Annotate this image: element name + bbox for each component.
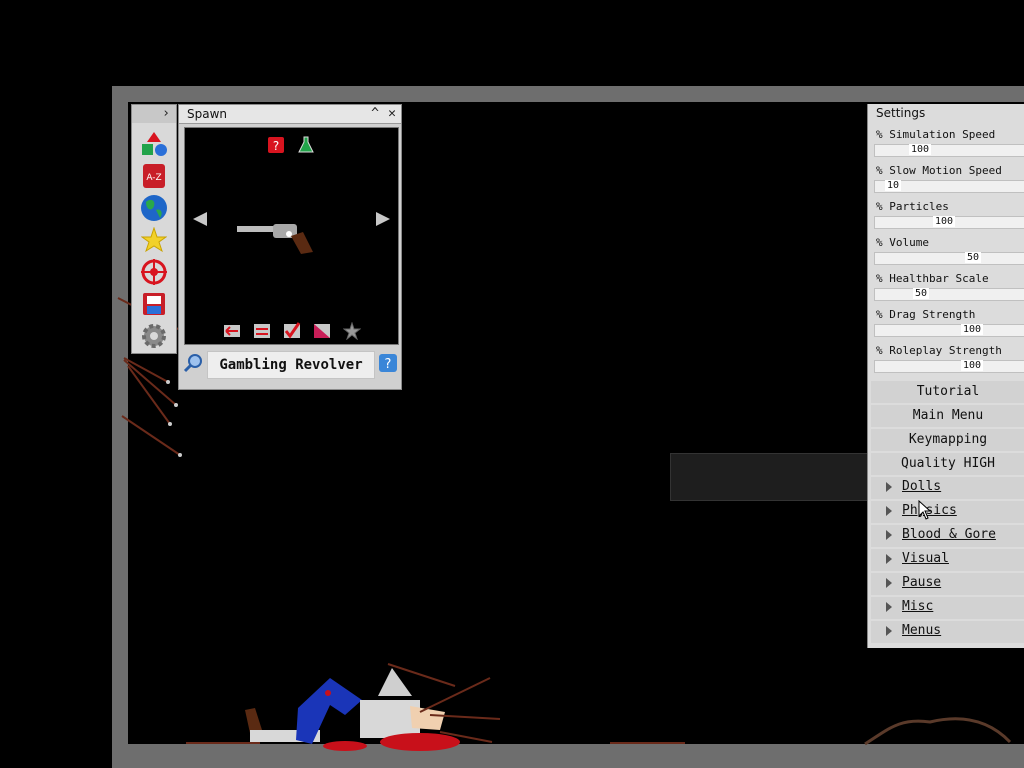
item-info-icon[interactable]: ? (378, 353, 398, 373)
shapes-icon[interactable] (137, 129, 171, 159)
next-item-icon[interactable] (374, 210, 392, 228)
previous-item-icon[interactable] (191, 210, 209, 228)
diagonal-icon[interactable] (313, 322, 331, 340)
tutorial-button[interactable]: Tutorial (871, 381, 1024, 403)
tooltip-box (670, 453, 869, 501)
category-blood-gore[interactable]: Blood & Gore (871, 525, 1024, 547)
chevron-right-icon: › (162, 106, 170, 121)
category-pause[interactable]: Pause (871, 573, 1024, 595)
category-misc[interactable]: Misc (871, 597, 1024, 619)
target-icon[interactable] (137, 257, 171, 287)
star-icon[interactable] (137, 225, 171, 255)
category-visual[interactable]: Visual (871, 549, 1024, 571)
spawn-bottom-bar: Gambling Revolver ? (179, 349, 401, 379)
expand-icon (886, 530, 892, 540)
spawn-panel: Spawn ^ ✕ ? Gambling Revolver ? (178, 104, 402, 390)
random-item-icon[interactable]: ? (267, 136, 285, 154)
setting-label-drag-strength: % Drag Strength (876, 308, 976, 321)
settings-title: Settings (876, 106, 926, 120)
slider-roleplay-strength[interactable]: 100 (874, 360, 1024, 373)
save-icon[interactable] (137, 289, 171, 319)
search-icon[interactable] (183, 353, 203, 373)
globe-icon[interactable] (137, 193, 171, 223)
setting-label-slow-motion-speed: % Slow Motion Speed (876, 164, 1002, 177)
quality-button[interactable]: Quality HIGH (871, 453, 1024, 475)
close-icon[interactable]: ✕ (384, 106, 400, 122)
expand-icon (886, 506, 892, 516)
pin-icon[interactable] (343, 322, 361, 340)
main-menu-button[interactable]: Main Menu (871, 405, 1024, 427)
slider-simulation-speed[interactable]: 100 (874, 144, 1024, 157)
a-z-icon[interactable]: A-Z (137, 161, 171, 191)
flask-icon[interactable] (297, 136, 315, 154)
setting-label-particles: % Particles (876, 200, 949, 213)
mouse-cursor-icon (918, 500, 932, 520)
revolver-preview (237, 224, 313, 254)
sidebar-collapse-button[interactable]: › (132, 105, 176, 123)
category-dolls[interactable]: Dolls (871, 477, 1024, 499)
selected-item-name: Gambling Revolver (207, 351, 375, 379)
slider-healthbar-scale[interactable]: 50 (874, 288, 1024, 301)
keymapping-button[interactable]: Keymapping (871, 429, 1024, 451)
slider-drag-strength[interactable]: 100 (874, 324, 1024, 337)
expand-icon (886, 626, 892, 636)
setting-label-healthbar-scale: % Healthbar Scale (876, 272, 989, 285)
svg-text:?: ? (385, 357, 392, 372)
settings-panel: Settings % Simulation Speed 100 % Slow M… (867, 104, 1024, 648)
category-physics[interactable]: Physics (871, 501, 1024, 523)
spawn-title: Spawn (187, 107, 228, 121)
spawn-preview: ? (184, 127, 399, 345)
slider-volume[interactable]: 50 (874, 252, 1024, 265)
spawn-titlebar[interactable]: Spawn ^ ✕ (179, 105, 401, 124)
expand-icon (886, 554, 892, 564)
tool-sidebar: › A-Z (131, 104, 177, 354)
setting-label-volume: % Volume (876, 236, 929, 249)
slider-slow-motion-speed[interactable]: 10 (874, 180, 1024, 193)
gear-icon[interactable] (137, 321, 171, 351)
slider-particles[interactable]: 100 (874, 216, 1024, 229)
expand-icon (886, 602, 892, 612)
setting-label-roleplay-strength: % Roleplay Strength (876, 344, 1002, 357)
collapse-icon[interactable]: ^ (367, 106, 383, 122)
checkmark-icon[interactable] (283, 322, 301, 340)
svg-text:?: ? (273, 139, 279, 153)
svg-text:A-Z: A-Z (146, 173, 161, 183)
sliders-icon[interactable] (253, 322, 271, 340)
expand-icon (886, 482, 892, 492)
setting-label-simulation-speed: % Simulation Speed (876, 128, 996, 141)
expand-icon (886, 578, 892, 588)
category-menus[interactable]: Menus (871, 621, 1024, 643)
swap-icon[interactable] (223, 322, 241, 340)
